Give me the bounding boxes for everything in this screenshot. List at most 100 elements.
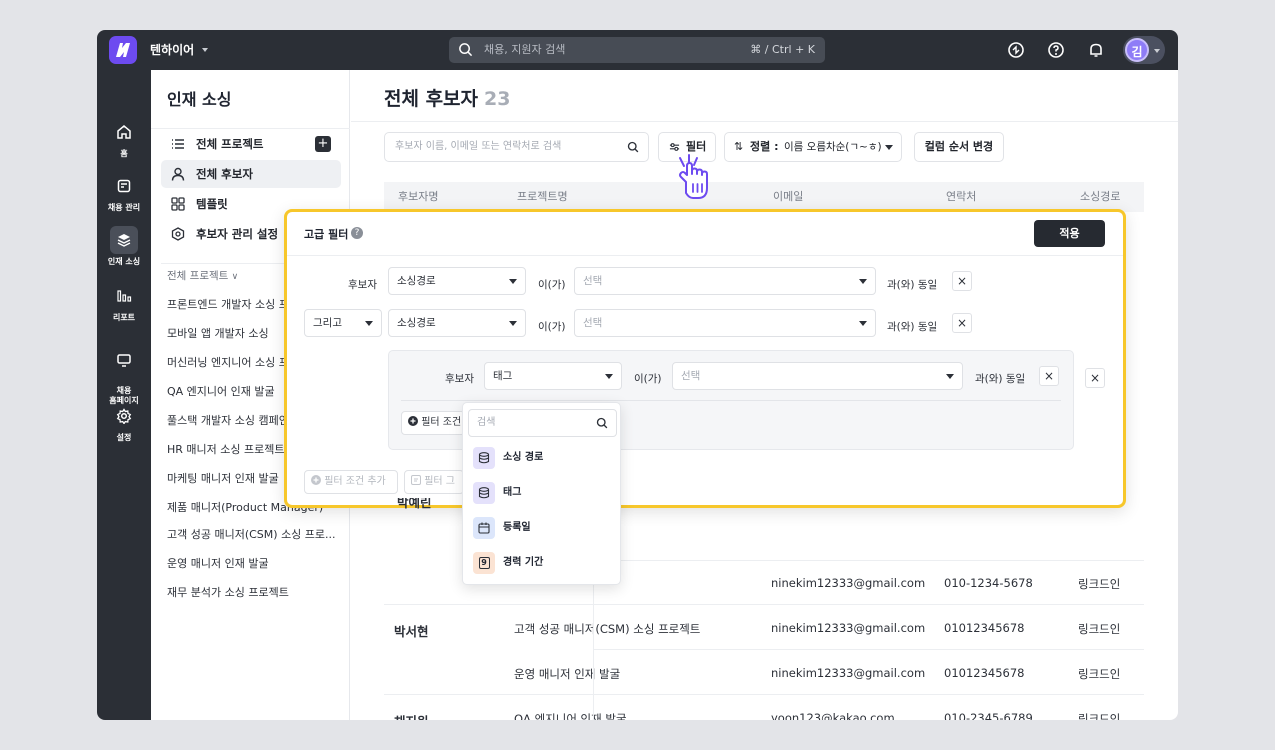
remove-condition-button[interactable]: ×	[952, 313, 972, 333]
caret-down-icon	[859, 279, 867, 284]
remove-group-condition-button[interactable]: ×	[1039, 366, 1059, 386]
sidebar-item-all-candidates[interactable]: 전체 후보자	[161, 160, 341, 188]
select-value: 소싱경로	[397, 317, 436, 329]
divider	[151, 128, 350, 129]
add-project-button[interactable]: +	[315, 136, 331, 152]
dropdown-option-sourcing-path[interactable]: 소싱 경로	[473, 447, 613, 471]
help-icon[interactable]	[1047, 41, 1065, 59]
cell-source: 링크드인	[1078, 712, 1121, 720]
rail-item-home[interactable]: 홈	[97, 118, 151, 159]
page-title-text: 전체 후보자	[384, 88, 479, 110]
top-bar: 텐하이어 채용, 지원자 검색 ⌘ / Ctrl + K 김	[97, 30, 1178, 70]
row-divider	[384, 604, 1144, 605]
chevron-down-icon	[1154, 49, 1160, 53]
app-logo[interactable]	[109, 36, 137, 64]
cell-project: 고객 성공 매니저(CSM) 소싱 프로젝트	[514, 622, 701, 636]
dropdown-option-career-length[interactable]: 9 경력 기간	[473, 552, 613, 576]
avatar: 김	[1125, 38, 1149, 62]
clipboard-icon	[117, 179, 131, 193]
dropdown-option-tag[interactable]: 태그	[473, 482, 613, 506]
project-item[interactable]: 고객 성공 매니저(CSM) 소싱 프로...	[167, 526, 339, 542]
advanced-filter-panel: 고급 필터 ? 적용 후보자 소싱경로 이(가) 선택 과(와) 동일 × 그리…	[284, 209, 1126, 508]
chevron-down-icon: ∨	[231, 272, 239, 282]
condition-field-select[interactable]: 소싱경로	[388, 267, 526, 295]
candidate-search-input[interactable]: 후보자 이름, 이메일 또는 연락처로 검색	[384, 132, 649, 162]
plus-circle-icon	[408, 416, 418, 426]
group-value-select[interactable]: 선택	[672, 362, 963, 390]
col-header-source[interactable]: 소싱경로	[1080, 182, 1120, 212]
grid-icon	[171, 197, 185, 211]
col-header-phone[interactable]: 연락처	[946, 182, 976, 212]
dropdown-option-registered-date[interactable]: 등록일	[473, 517, 613, 541]
is-label: 이(가)	[538, 321, 566, 333]
conjunction-select[interactable]: 그리고	[304, 309, 382, 337]
rail-item-report[interactable]: 리포트	[97, 282, 151, 323]
equals-label: 과(와) 동일	[887, 321, 938, 333]
rail-item-recruit[interactable]: 채용 관리	[97, 172, 151, 213]
sidebar-item-label: 전체 후보자	[196, 167, 253, 181]
condition-field-select[interactable]: 소싱경로	[388, 309, 526, 337]
shortcut-hint: ⌘ / Ctrl + K	[750, 43, 815, 56]
option-label: 등록일	[503, 522, 531, 533]
cell-candidate-name[interactable]: 박서현	[394, 621, 429, 640]
sort-prefix: 정렬 :	[750, 140, 779, 153]
is-label: 이(가)	[634, 373, 662, 385]
caret-down-icon	[509, 321, 517, 326]
rail-label: 설정	[116, 433, 132, 442]
col-header-email[interactable]: 이메일	[773, 182, 803, 212]
cell-phone: 010-1234-5678	[944, 576, 1033, 590]
table-header: 후보자명 프로젝트명 이메일 연락처 소싱경로	[384, 182, 1144, 212]
rail-label: 리포트	[112, 313, 136, 322]
sidebar-title: 인재 소싱	[167, 90, 232, 109]
chevron-down-icon[interactable]	[201, 46, 209, 54]
add-group-condition-button[interactable]: 필터 조건	[401, 411, 465, 435]
cell-source: 링크드인	[1078, 667, 1121, 681]
group-icon	[411, 475, 421, 485]
col-header-name[interactable]: 후보자명	[398, 182, 438, 212]
sidebar-item-all-projects[interactable]: 전체 프로젝트	[161, 130, 341, 158]
projects-section-header[interactable]: 전체 프로젝트 ∨	[167, 268, 238, 283]
help-icon[interactable]: ?	[351, 227, 363, 239]
add-filter-condition-button[interactable]: 필터 조건 추가	[304, 470, 398, 494]
cell-source: 링크드인	[1078, 577, 1121, 591]
chat-icon[interactable]	[1007, 41, 1025, 59]
group-field-select[interactable]: 태그	[484, 362, 622, 390]
person-icon	[171, 167, 185, 181]
remove-group-button[interactable]: ×	[1085, 368, 1105, 388]
col-header-project[interactable]: 프로젝트명	[517, 182, 568, 212]
global-search[interactable]: 채용, 지원자 검색 ⌘ / Ctrl + K	[449, 37, 825, 63]
sort-dropdown[interactable]: ⇅ 정렬 : 이름 오름차순(ㄱ~ㅎ)	[724, 132, 902, 162]
caret-down-icon	[885, 145, 893, 150]
home-icon	[117, 125, 131, 139]
cell-candidate-name[interactable]: 채지원	[394, 711, 429, 720]
search-icon	[459, 43, 473, 57]
cell-email: ninekim12333@gmail.com	[771, 621, 926, 635]
bar-chart-icon	[117, 290, 132, 302]
sidebar-item-label: 후보자 관리 설정	[196, 227, 279, 241]
equals-label: 과(와) 동일	[975, 373, 1026, 385]
search-icon	[627, 141, 639, 153]
condition-value-select[interactable]: 선택	[574, 309, 876, 337]
equals-label: 과(와) 동일	[887, 279, 938, 291]
rail-label: 인재 소싱	[107, 257, 141, 266]
rail-item-settings[interactable]: 설정	[97, 402, 151, 443]
cell-email: ninekim12333@gmail.com	[771, 576, 926, 590]
project-item[interactable]: 운영 매니저 인재 발굴	[167, 555, 339, 571]
rail-label: 채용 관리	[107, 203, 141, 212]
search-placeholder: 후보자 이름, 이메일 또는 연락처로 검색	[395, 141, 562, 152]
user-menu[interactable]: 김	[1123, 36, 1165, 64]
add-filter-group-button[interactable]: 필터 그	[404, 470, 464, 494]
workspace-name[interactable]: 텐하이어	[150, 30, 194, 70]
cell-email: ninekim12333@gmail.com	[771, 666, 926, 680]
remove-condition-button[interactable]: ×	[952, 271, 972, 291]
candidate-count: 23	[484, 88, 511, 110]
bell-icon[interactable]	[1087, 41, 1105, 59]
rail-item-sourcing[interactable]: 인재 소싱	[97, 226, 151, 267]
settings-hex-icon	[171, 227, 185, 241]
project-item[interactable]: 재무 분석가 소싱 프로젝트	[167, 584, 339, 600]
apply-button[interactable]: 적용	[1034, 220, 1105, 247]
column-order-button[interactable]: 컬럼 순서 변경	[914, 132, 1004, 162]
dropdown-search-input[interactable]: 검색	[468, 409, 617, 437]
condition-value-select[interactable]: 선택	[574, 267, 876, 295]
page-title: 전체 후보자 23	[384, 84, 510, 111]
